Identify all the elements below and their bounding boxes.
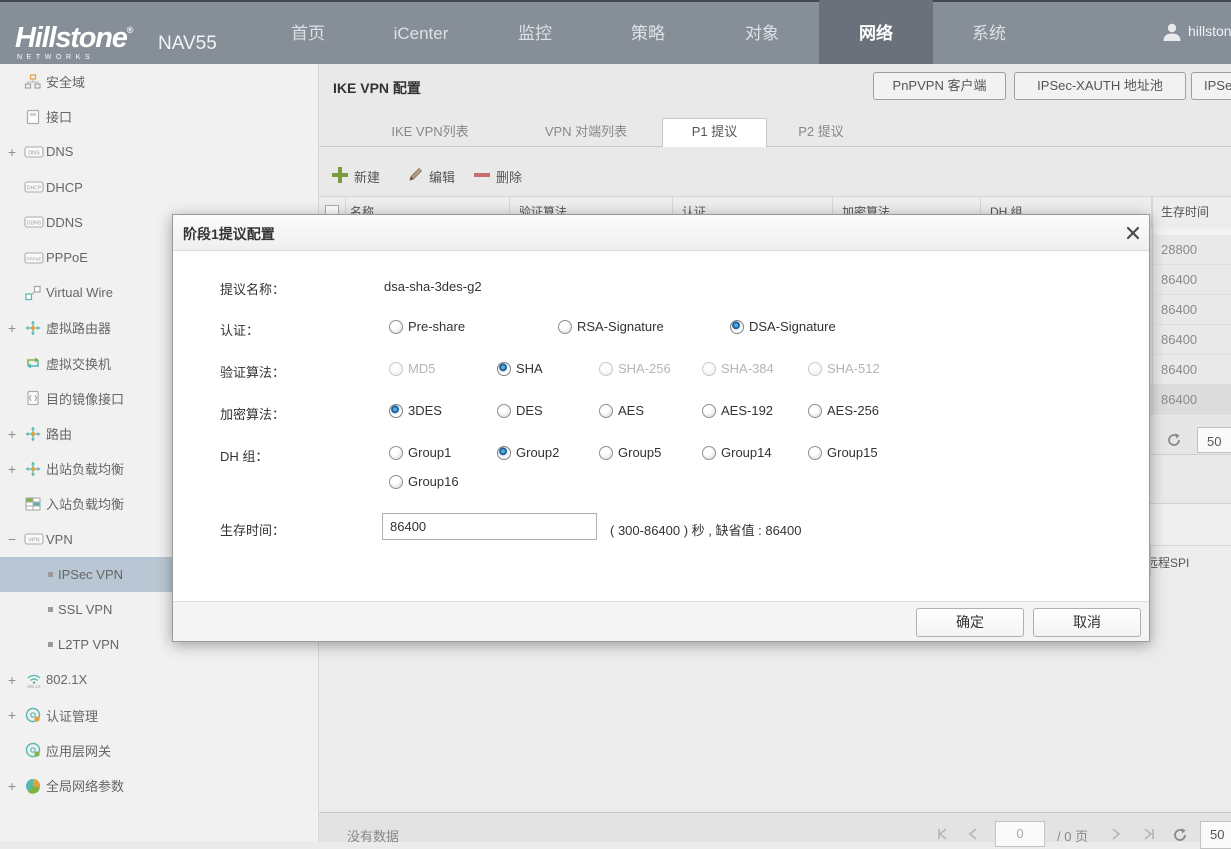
svg-text:DDNS: DDNS [27, 221, 42, 227]
svg-text:DHCP: DHCP [27, 186, 42, 192]
svg-text:DNS: DNS [28, 150, 40, 156]
svg-text:VPN: VPN [28, 538, 39, 544]
svg-text:802.1X: 802.1X [27, 684, 40, 689]
svg-text:PPPoE: PPPoE [27, 256, 42, 261]
